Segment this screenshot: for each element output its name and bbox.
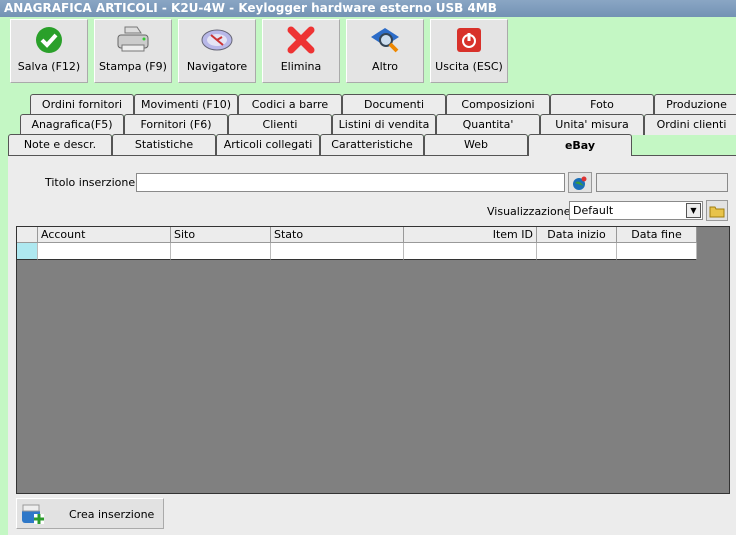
tab-anagrafica-f5[interactable]: Anagrafica(F5): [20, 114, 124, 135]
altro-button[interactable]: Altro: [346, 19, 424, 83]
uscita-button[interactable]: Uscita (ESC): [430, 19, 508, 83]
folder-button[interactable]: [706, 200, 728, 221]
navigatore-button[interactable]: Navigatore: [178, 19, 256, 83]
view-select-value: Default: [573, 204, 614, 217]
chevron-down-icon[interactable]: ▼: [686, 203, 701, 218]
tab-clienti[interactable]: Clienti: [228, 114, 332, 135]
box-add-icon: [22, 504, 44, 524]
delete-x-icon: [263, 20, 339, 60]
toolbar-button-label: Elimina: [280, 60, 322, 73]
view-select[interactable]: Default ▼: [569, 201, 703, 220]
tab-note-e-descr[interactable]: Note e descr.: [8, 134, 112, 155]
status-field: [596, 173, 728, 192]
globe-icon: [573, 176, 587, 190]
toolbar-button-label: Altro: [372, 60, 398, 73]
globe-button[interactable]: [568, 172, 592, 193]
listings-grid[interactable]: Account Sito Stato Item ID Data inizio Data f…: [16, 226, 730, 494]
salva-button[interactable]: Salva (F12): [10, 19, 88, 83]
book-search-icon: [347, 20, 423, 60]
tab-fornitori-f6[interactable]: Fornitori (F6): [124, 114, 228, 135]
tab-foto[interactable]: Foto: [550, 94, 654, 115]
compass-icon: [179, 20, 255, 60]
elimina-button[interactable]: Elimina: [262, 19, 340, 83]
check-icon: [11, 20, 87, 60]
grid-cell[interactable]: [271, 243, 404, 260]
column-header[interactable]: Account: [38, 227, 171, 243]
tab-ordini-fornitori[interactable]: Ordini fornitori: [30, 94, 134, 115]
column-header[interactable]: Stato: [271, 227, 404, 243]
toolbar-button-label: Navigatore: [186, 60, 248, 73]
title-label: Titolo inserzione :: [45, 176, 143, 189]
create-listing-label: Crea inserzione: [69, 508, 155, 521]
toolbar-button-label: Uscita (ESC): [435, 60, 503, 73]
tab-unita-misura[interactable]: Unita' misura: [540, 114, 644, 135]
grid-header: Account Sito Stato Item ID Data inizio Data f…: [17, 227, 697, 243]
title-input[interactable]: [136, 173, 565, 192]
tab-statistiche[interactable]: Statistiche: [112, 134, 216, 155]
tab-listini-di-vendita[interactable]: Listini di vendita: [332, 114, 436, 135]
tab-composizioni[interactable]: Composizioni: [446, 94, 550, 115]
toolbar-button-label: Salva (F12): [17, 60, 81, 73]
window-title: ANAGRAFICA ARTICOLI - K2U-4W - Keylogger…: [0, 0, 736, 17]
grid-cell[interactable]: [38, 243, 171, 260]
tab-codici-a-barre[interactable]: Codici a barre: [238, 94, 342, 115]
column-header[interactable]: Item ID: [404, 227, 537, 243]
grid-cell[interactable]: [617, 243, 697, 260]
grid-cell[interactable]: [404, 243, 537, 260]
tab-documenti[interactable]: Documenti: [342, 94, 446, 115]
grid-cell[interactable]: [171, 243, 271, 260]
column-header[interactable]: Data fine: [617, 227, 697, 243]
power-icon: [431, 20, 507, 60]
row-selector[interactable]: [17, 243, 38, 260]
column-header[interactable]: Sito: [171, 227, 271, 243]
grid-cell[interactable]: [537, 243, 617, 260]
toolbar-button-label: Stampa (F9): [99, 60, 167, 73]
tab-ordini-clienti[interactable]: Ordini clienti: [644, 114, 736, 135]
tab-articoli-collegati[interactable]: Articoli collegati: [216, 134, 320, 155]
printer-icon: [95, 20, 171, 60]
tab-caratteristiche[interactable]: Caratteristiche: [320, 134, 424, 155]
stampa-button[interactable]: Stampa (F9): [94, 19, 172, 83]
view-label: Visualizzazione :: [487, 205, 578, 218]
tab-produzione[interactable]: Produzione: [654, 94, 736, 115]
tab-ebay[interactable]: eBay: [528, 134, 632, 156]
tab-quantita[interactable]: Quantita': [436, 114, 540, 135]
tab-web[interactable]: Web: [424, 134, 528, 155]
row-header-corner[interactable]: [17, 227, 38, 243]
column-header[interactable]: Data inizio: [537, 227, 617, 243]
tab-movimenti-f10[interactable]: Movimenti (F10): [134, 94, 238, 115]
folder-icon: [709, 206, 725, 217]
table-row[interactable]: [17, 243, 697, 260]
create-listing-button[interactable]: Crea inserzione: [16, 498, 164, 529]
